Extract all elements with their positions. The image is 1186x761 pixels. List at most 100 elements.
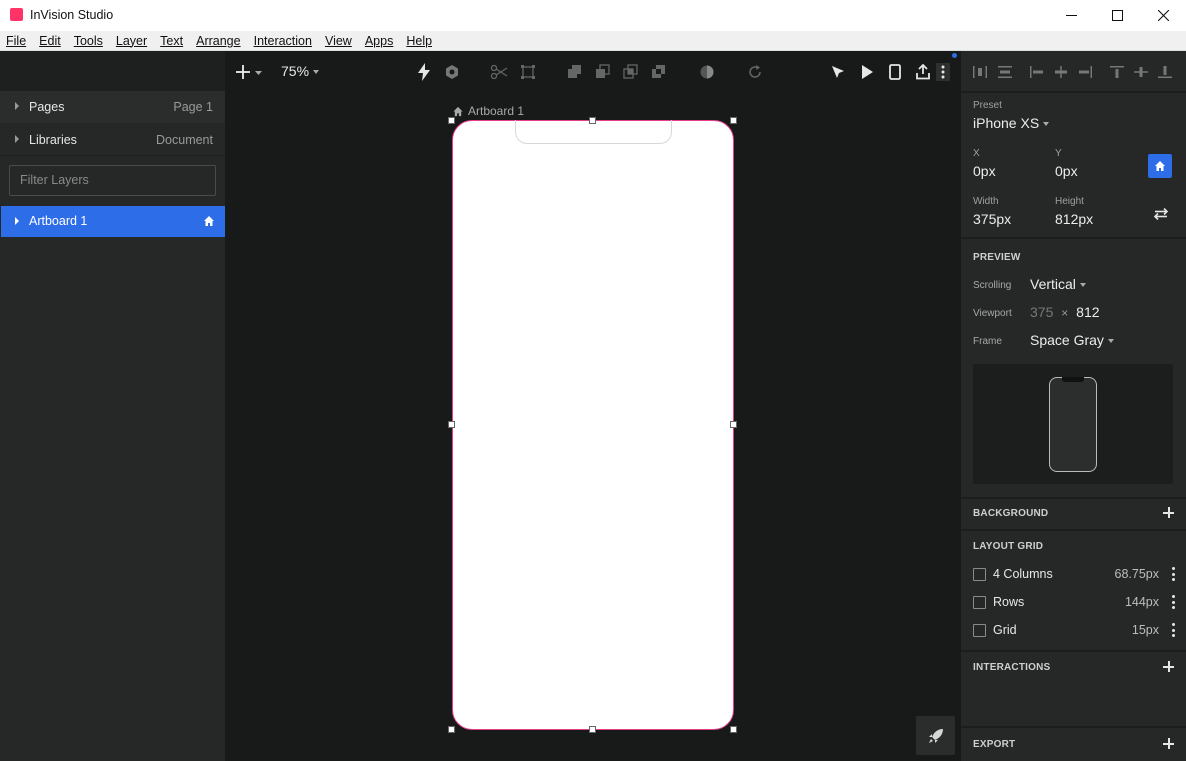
viewport-height[interactable]: 812 xyxy=(1076,304,1099,320)
more-options-button[interactable] xyxy=(936,63,950,81)
intersect-button[interactable] xyxy=(622,63,640,81)
menu-help[interactable]: Help xyxy=(402,34,436,48)
viewport-width[interactable]: 375 xyxy=(1030,304,1053,320)
grid-checkbox[interactable] xyxy=(973,624,986,637)
crop-button[interactable] xyxy=(519,63,537,81)
divider xyxy=(961,529,1186,531)
align-left-icon[interactable] xyxy=(1030,66,1044,78)
menu-view[interactable]: View xyxy=(321,34,356,48)
canvas[interactable]: 75% Artboard 1 xyxy=(225,51,961,761)
resize-handle-bottom-left[interactable] xyxy=(448,726,455,733)
maximize-button[interactable] xyxy=(1094,0,1140,31)
grid-options-icon[interactable] xyxy=(1172,623,1175,637)
distribute-horizontal-icon[interactable] xyxy=(973,66,987,78)
menu-text[interactable]: Text xyxy=(156,34,187,48)
phone-frame-icon xyxy=(1049,377,1097,472)
width-input[interactable]: 375px xyxy=(973,211,1011,227)
boolean-subtract-icon xyxy=(596,64,610,78)
component-button[interactable] xyxy=(443,63,461,81)
close-button[interactable] xyxy=(1140,0,1186,31)
home-icon xyxy=(1155,161,1165,171)
artboard[interactable] xyxy=(452,120,734,730)
menu-layer[interactable]: Layer xyxy=(112,34,151,48)
add-background-button[interactable] xyxy=(1163,507,1174,518)
grid-options-icon[interactable] xyxy=(1172,595,1175,609)
lightning-button[interactable] xyxy=(415,63,433,81)
layer-item-artboard[interactable]: Artboard 1 xyxy=(1,206,225,237)
scrolling-dropdown[interactable]: Vertical xyxy=(1030,276,1086,292)
rows-checkbox[interactable] xyxy=(973,596,986,609)
add-interaction-button[interactable] xyxy=(1163,661,1174,672)
x-input[interactable]: 0px xyxy=(973,163,996,179)
grid-row-value[interactable]: 68.75px xyxy=(1115,567,1159,581)
add-layer-button[interactable] xyxy=(236,63,262,81)
grid-row-value[interactable]: 144px xyxy=(1125,595,1159,609)
preset-dropdown[interactable]: iPhone XS xyxy=(973,115,1050,131)
redo-icon xyxy=(749,65,761,78)
chevron-down-icon xyxy=(313,70,320,75)
home-icon[interactable] xyxy=(203,215,215,227)
divider xyxy=(0,155,225,156)
y-input[interactable]: 0px xyxy=(1055,163,1078,179)
divider xyxy=(961,237,1186,239)
align-top-icon[interactable] xyxy=(1110,66,1124,78)
viewport-label: Viewport xyxy=(973,308,1012,319)
redo-button[interactable] xyxy=(746,63,764,81)
scrolling-label: Scrolling xyxy=(973,280,1012,291)
align-bottom-icon[interactable] xyxy=(1158,66,1172,78)
menu-file[interactable]: File xyxy=(2,34,30,48)
swap-orientation-icon[interactable] xyxy=(1154,208,1168,220)
columns-checkbox[interactable] xyxy=(973,568,986,581)
frame-dropdown[interactable]: Space Gray xyxy=(1030,332,1114,348)
pages-label: Pages xyxy=(29,100,65,114)
resize-handle-top[interactable] xyxy=(589,117,596,124)
difference-button[interactable] xyxy=(650,63,668,81)
resize-handle-bottom-right[interactable] xyxy=(730,726,737,733)
share-button[interactable] xyxy=(914,63,932,81)
preview-play-button[interactable] xyxy=(858,63,876,81)
resize-handle-bottom[interactable] xyxy=(589,726,596,733)
mask-button[interactable] xyxy=(698,63,716,81)
boolean-intersect-icon xyxy=(623,64,638,79)
menu-tools[interactable]: Tools xyxy=(70,34,107,48)
resize-handle-right[interactable] xyxy=(730,421,737,428)
export-section-title: EXPORT xyxy=(973,739,1016,750)
minimize-button[interactable] xyxy=(1048,0,1094,31)
zoom-dropdown[interactable]: 75% xyxy=(281,63,320,79)
resize-handle-top-right[interactable] xyxy=(730,117,737,124)
chevron-down-icon xyxy=(1107,339,1114,344)
artboard-title[interactable]: Artboard 1 xyxy=(452,104,524,118)
app-logo-icon xyxy=(10,8,23,21)
menu-apps[interactable]: Apps xyxy=(361,34,398,48)
grid-row-value[interactable]: 15px xyxy=(1132,623,1159,637)
width-label: Width xyxy=(973,196,999,207)
libraries-row[interactable]: Libraries Document xyxy=(0,124,225,156)
preset-label: Preset xyxy=(973,100,1002,111)
grid-row-grid: Grid 15px xyxy=(961,617,1186,645)
set-home-artboard-button[interactable] xyxy=(1148,154,1172,178)
union-button[interactable] xyxy=(566,63,584,81)
menu-interaction[interactable]: Interaction xyxy=(250,34,316,48)
filter-layers-input[interactable]: Filter Layers xyxy=(9,165,216,196)
distribute-vertical-icon[interactable] xyxy=(998,66,1012,78)
publish-button[interactable] xyxy=(916,716,955,755)
align-right-icon[interactable] xyxy=(1078,66,1092,78)
grid-options-icon[interactable] xyxy=(1172,567,1175,581)
grid-row-columns: 4 Columns 68.75px xyxy=(961,561,1186,589)
pages-row[interactable]: Pages Page 1 xyxy=(0,91,225,123)
interactions-section-title: INTERACTIONS xyxy=(973,662,1051,673)
viewport-size: 375 × 812 xyxy=(1030,304,1100,320)
scissors-button[interactable] xyxy=(490,63,508,81)
window-title: InVision Studio xyxy=(30,8,114,22)
menu-edit[interactable]: Edit xyxy=(35,34,65,48)
device-preview-button[interactable] xyxy=(886,63,904,81)
inspect-button[interactable] xyxy=(829,63,847,81)
resize-handle-top-left[interactable] xyxy=(448,117,455,124)
align-middle-icon[interactable] xyxy=(1134,66,1148,78)
align-center-horizontal-icon[interactable] xyxy=(1054,66,1068,78)
add-export-button[interactable] xyxy=(1163,738,1174,749)
resize-handle-left[interactable] xyxy=(448,421,455,428)
subtract-button[interactable] xyxy=(594,63,612,81)
height-input[interactable]: 812px xyxy=(1055,211,1093,227)
menu-arrange[interactable]: Arrange xyxy=(192,34,244,48)
